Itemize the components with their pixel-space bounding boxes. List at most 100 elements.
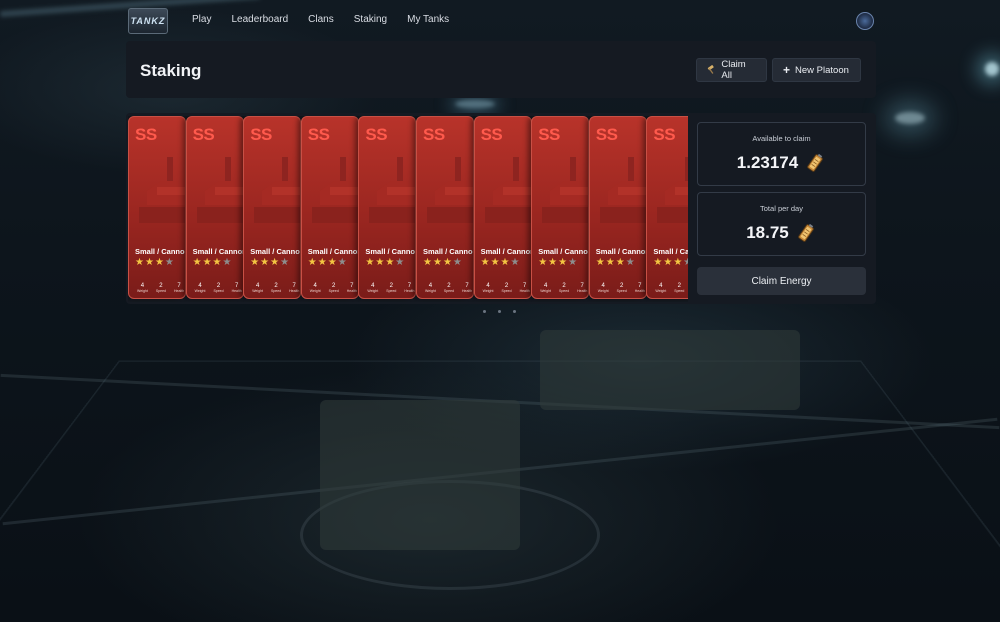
available-label: Available to claim (752, 134, 811, 143)
stat-label: Health (346, 289, 357, 293)
star-icon: ★ (423, 257, 432, 268)
star-icon: ★ (365, 257, 375, 268)
tank-card[interactable]: SSSmall / Cannon★★★★4Weight2Speed7Health (646, 116, 688, 299)
tank-stats: 4Weight2Speed7Health (425, 283, 472, 293)
stat-label: Health (231, 289, 242, 293)
stat-label: Speed (501, 289, 512, 293)
tank-name: Small / Cannon (595, 247, 647, 256)
carousel-dot[interactable] (513, 310, 516, 313)
ceiling-lamp (985, 62, 999, 76)
tank-name: Small / Cannon (135, 247, 186, 256)
star-icon: ★ (432, 257, 442, 268)
tank-card-list[interactable]: SS Small / Cannon ★ ★ ★ ★ 4 Weight 2 Speed 7 Health… (128, 116, 688, 302)
tank-stat: 4 Weight (425, 283, 436, 293)
tank-stat: 4 Weight (483, 283, 494, 293)
star-icon: ★ (202, 257, 212, 268)
star-icon: ★ (385, 257, 395, 268)
stat-label: Health (577, 289, 588, 293)
tank-card-content: SSSmall / Cannon★★★★4Weight2Speed7Health (590, 117, 647, 298)
star-icon: ★ (538, 257, 548, 268)
tank-card[interactable]: SSSmall / Cannon★★★★4Weight2Speed7Health (358, 116, 417, 299)
tank-icon (599, 157, 646, 223)
tank-stat: 7 Health (347, 283, 357, 293)
tank-icon (139, 157, 185, 223)
stat-label: Health (173, 289, 185, 293)
stat-label: Weight (597, 289, 609, 293)
tank-card[interactable]: SSSmall / Cannon★★★★4Weight2Speed7Health (473, 116, 532, 299)
star-icon: ★ (307, 257, 317, 268)
stat-label: Health (289, 289, 300, 293)
star-icon: ★ (615, 257, 625, 268)
per-day-value-row: 18.75 (698, 222, 865, 244)
tank-card[interactable]: SSSmall / Cannon★★★★4Weight2Speed7Health (300, 116, 359, 299)
tank-stat: 2 Speed (213, 283, 223, 293)
tank-grade: SS (192, 125, 215, 144)
tank-name: Small / Cannon (192, 247, 244, 256)
carousel-dot[interactable] (483, 310, 486, 313)
star-icon: ★ (548, 257, 558, 268)
star-icon: ★ (260, 257, 270, 268)
tank-stat: 4 Weight (655, 283, 666, 293)
stat-label: Weight (309, 289, 321, 293)
total-per-day-box: Total per day 18.75 (697, 192, 866, 256)
tank-card-content: SSSmall / Cannon★★★★4Weight2Speed7Health (532, 117, 589, 298)
per-day-label: Total per day (760, 204, 803, 213)
star-icon: ★ (490, 257, 500, 268)
tank-stat: 2 Speed (156, 283, 166, 293)
tank-stat: 7 Health (289, 283, 299, 293)
tank-icon (311, 157, 358, 223)
claim-energy-button[interactable]: Claim Energy (697, 267, 866, 295)
tank-card-content: SSSmall / Cannon★★★★4Weight2Speed7Health (647, 117, 688, 298)
star-icon: ★ (270, 257, 280, 268)
battery-icon (797, 223, 814, 242)
logo[interactable]: TANKZ (128, 8, 168, 34)
tank-stats: 4Weight2Speed7Health (598, 283, 645, 293)
tank-stat: 4 Weight (252, 283, 263, 293)
tank-stats: 4Weight2Speed7Health (540, 283, 587, 293)
nav-link-clans[interactable]: Clans (308, 14, 334, 25)
tank-rating: ★★★★ (653, 258, 688, 268)
tank-stats: 4Weight2Speed7Health (310, 283, 357, 293)
nav-link-staking[interactable]: Staking (354, 14, 387, 25)
star-icon: ★ (280, 257, 290, 268)
tank-card[interactable]: SSSmall / Cannon★★★★4Weight2Speed7Health (128, 116, 186, 299)
tank-card[interactable]: SSSmall / Cannon★★★★4Weight2Speed7Health (243, 116, 302, 299)
plus-icon: + (783, 63, 791, 77)
stat-label: Weight (482, 289, 494, 293)
tank-stat: 4 Weight (195, 283, 206, 293)
star-icon: ★ (222, 257, 232, 268)
battery-icon (807, 153, 823, 172)
star-icon: ★ (568, 257, 578, 268)
nav-link-my-tanks[interactable]: My Tanks (407, 14, 449, 25)
tank-stat: 7 Health (174, 283, 184, 293)
tank-card[interactable]: SSSmall / Cannon★★★★4Weight2Speed7Health (531, 116, 590, 299)
star-icon: ★ (154, 257, 164, 268)
tank-rating: ★★★★ (250, 258, 289, 268)
nav-link-leaderboard[interactable]: Leaderboard (231, 14, 288, 25)
tank-card-content: SSSmall / Cannon★★★★4Weight2Speed7Health (129, 117, 186, 298)
tank-grade: SS (135, 125, 157, 144)
avatar[interactable] (856, 12, 874, 30)
staking-panel: SS Small / Cannon ★ ★ ★ ★ 4 Weight 2 Speed 7 Health… (126, 113, 876, 304)
stat-label: Weight (194, 289, 206, 293)
stat-label: Health (634, 289, 645, 293)
tank-name: Small / Cannon (653, 247, 688, 256)
available-to-claim-box: Available to claim 1.23174 (697, 122, 866, 186)
carousel-dots (483, 310, 516, 313)
tank-card[interactable]: SSSmall / Cannon★★★★4Weight2Speed7Health (416, 116, 474, 299)
stat-label: Speed (155, 289, 166, 293)
page-title: Staking (140, 61, 202, 80)
claim-all-button[interactable]: Claim All (696, 58, 767, 82)
new-platoon-button[interactable]: + New Platoon (772, 58, 861, 82)
tank-stat: 2 Speed (674, 283, 684, 293)
stat-label: Health (404, 289, 415, 293)
nav-link-play[interactable]: Play (192, 14, 211, 25)
tank-stats: 4Weight2Speed7Health (655, 283, 688, 293)
stat-label: Weight (540, 289, 552, 293)
tank-stat: 4 Weight (540, 283, 551, 293)
carousel-dot[interactable] (498, 310, 501, 313)
tank-card[interactable]: SSSmall / Cannon★★★★4Weight2Speed7Health (185, 116, 244, 299)
background-tank (320, 400, 520, 550)
tank-card[interactable]: SSSmall / Cannon★★★★4Weight2Speed7Health (588, 116, 647, 299)
tank-rating: ★★★★ (193, 258, 232, 268)
